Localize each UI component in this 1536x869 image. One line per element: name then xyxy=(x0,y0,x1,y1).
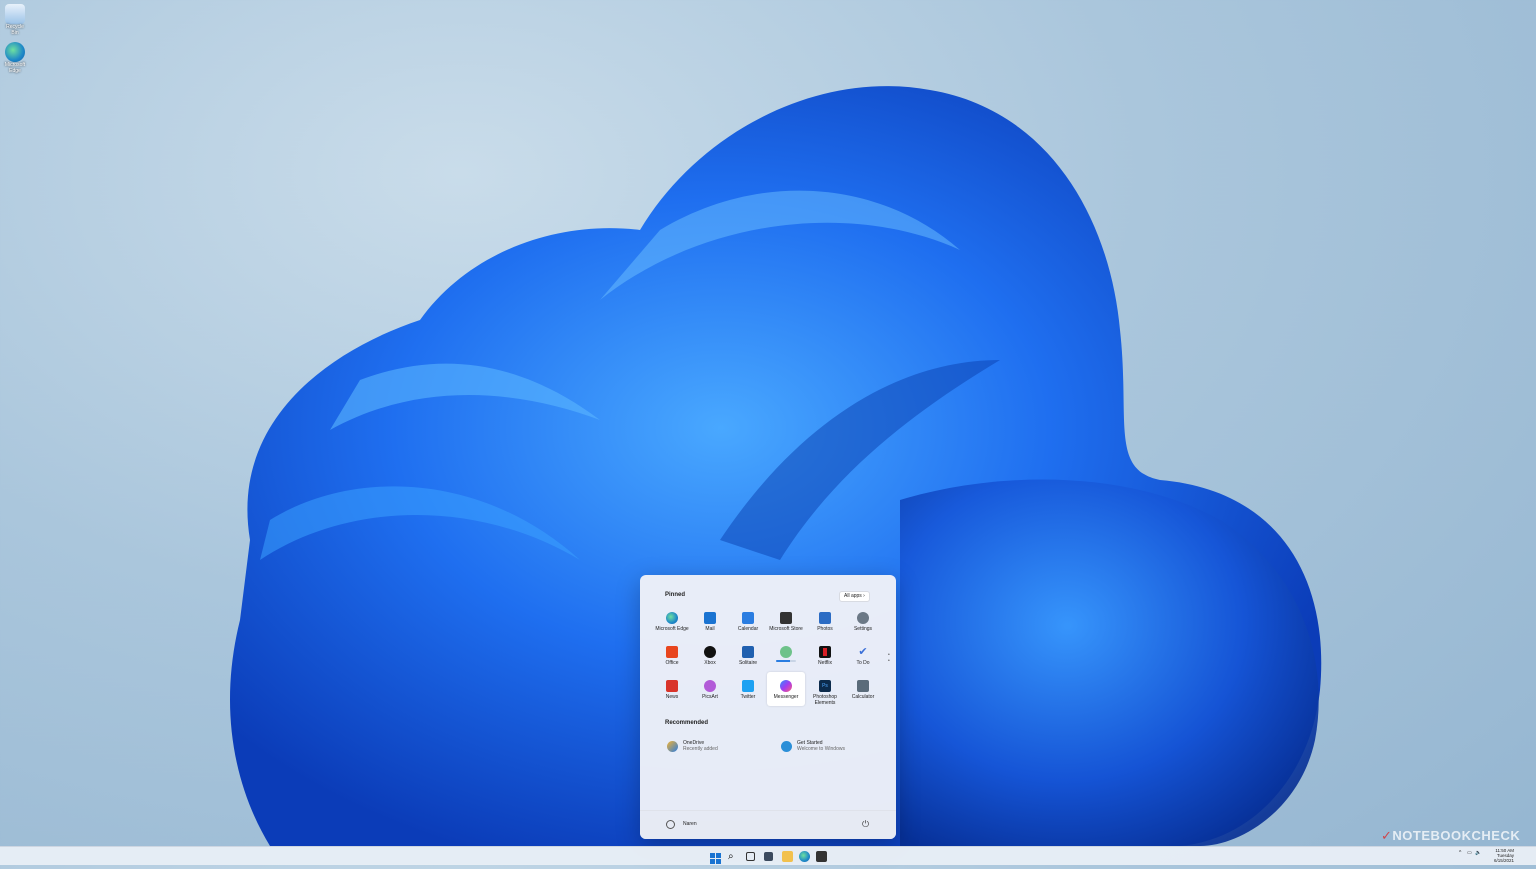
search-icon[interactable]: ⌕ xyxy=(728,851,739,862)
pinned-calculator[interactable]: Calculator xyxy=(844,676,882,706)
spotify-icon xyxy=(780,646,792,658)
user-name[interactable]: Naren xyxy=(683,821,697,827)
store-icon xyxy=(780,612,792,624)
pinned-mail[interactable]: Mail xyxy=(691,608,729,638)
pinned-office[interactable]: Office xyxy=(653,642,691,672)
twitter-icon xyxy=(742,680,754,692)
pinned-settings[interactable]: Settings xyxy=(844,608,882,638)
install-progress-bar xyxy=(776,660,796,662)
watermark: ✓NOTEBOOKCHECK xyxy=(1381,828,1521,843)
recommended-get-started[interactable]: Get Started Welcome to Windows xyxy=(781,739,871,755)
pinned-microsoft-edge[interactable]: Microsoft Edge xyxy=(653,608,691,638)
messenger-icon xyxy=(780,680,792,692)
recycle-bin-icon xyxy=(5,4,25,24)
news-icon xyxy=(666,680,678,692)
pinned-news[interactable]: News xyxy=(653,676,691,706)
edge-icon xyxy=(5,42,25,62)
recommended-onedrive[interactable]: OneDrive Recently added xyxy=(667,739,757,755)
gear-icon xyxy=(857,612,869,624)
pinned-microsoft-store[interactable]: Microsoft Store xyxy=(767,608,805,638)
pinned-spotify[interactable] xyxy=(767,642,805,672)
task-view-icon[interactable] xyxy=(746,852,755,861)
pinned-photos[interactable]: Photos xyxy=(806,608,844,638)
office-icon xyxy=(666,646,678,658)
pinned-solitaire[interactable]: Solitaire xyxy=(729,642,767,672)
start-menu: Pinned All apps › Microsoft Edge Mail Ca… xyxy=(640,575,896,839)
volume-icon[interactable]: 🔈 xyxy=(1475,850,1481,856)
chevron-up-icon[interactable]: ^ xyxy=(1459,850,1461,856)
desktop-icon-edge[interactable]: Microsoft Edge xyxy=(2,42,28,74)
pinned-picsart[interactable]: PicsArt xyxy=(691,676,729,706)
recommended-title: Recommended xyxy=(665,720,709,726)
netflix-icon xyxy=(819,646,831,658)
network-icon[interactable]: ▭ xyxy=(1467,850,1472,856)
photoshop-icon: Ps xyxy=(819,680,831,692)
pinned-xbox[interactable]: Xbox xyxy=(691,642,729,672)
pinned-to-do[interactable]: ✔ To Do xyxy=(844,642,882,672)
pinned-title: Pinned xyxy=(665,592,686,598)
check-icon: ✔ xyxy=(858,646,868,658)
windows-start-icon[interactable] xyxy=(710,851,721,864)
mail-icon xyxy=(704,612,716,624)
store-icon[interactable] xyxy=(816,851,827,862)
edge-icon[interactable] xyxy=(799,851,810,862)
widgets-icon[interactable] xyxy=(764,852,773,861)
pinned-calendar[interactable]: Calendar xyxy=(729,608,767,638)
clock[interactable]: 11:50 AM Tuesday 6/15/2021 xyxy=(1484,848,1514,863)
calendar-icon xyxy=(742,612,754,624)
onedrive-icon xyxy=(667,741,678,752)
solitaire-icon xyxy=(742,646,754,658)
desktop-icon-recycle-bin[interactable]: Recycle Bin xyxy=(2,4,28,36)
page-indicator[interactable]: • • xyxy=(888,652,890,664)
taskbar: ⌕ ^ ▭ 🔈 11:50 AM Tuesday 6/15/2021 xyxy=(0,846,1536,865)
get-started-icon xyxy=(781,741,792,752)
power-icon[interactable]: ⏻ xyxy=(862,819,869,830)
calculator-icon xyxy=(857,680,869,692)
start-footer: Naren ⏻ xyxy=(640,810,896,839)
picsart-icon xyxy=(704,680,716,692)
pinned-netflix[interactable]: Netflix xyxy=(806,642,844,672)
pinned-messenger[interactable]: Messenger xyxy=(767,672,805,706)
edge-icon xyxy=(666,612,678,624)
file-explorer-icon[interactable] xyxy=(782,851,793,862)
pinned-photoshop-elements[interactable]: Ps Photoshop Elements xyxy=(806,676,844,706)
xbox-icon xyxy=(704,646,716,658)
all-apps-button[interactable]: All apps › xyxy=(839,591,870,602)
user-icon[interactable] xyxy=(666,820,675,829)
pinned-twitter[interactable]: Twitter xyxy=(729,676,767,706)
photos-icon xyxy=(819,612,831,624)
